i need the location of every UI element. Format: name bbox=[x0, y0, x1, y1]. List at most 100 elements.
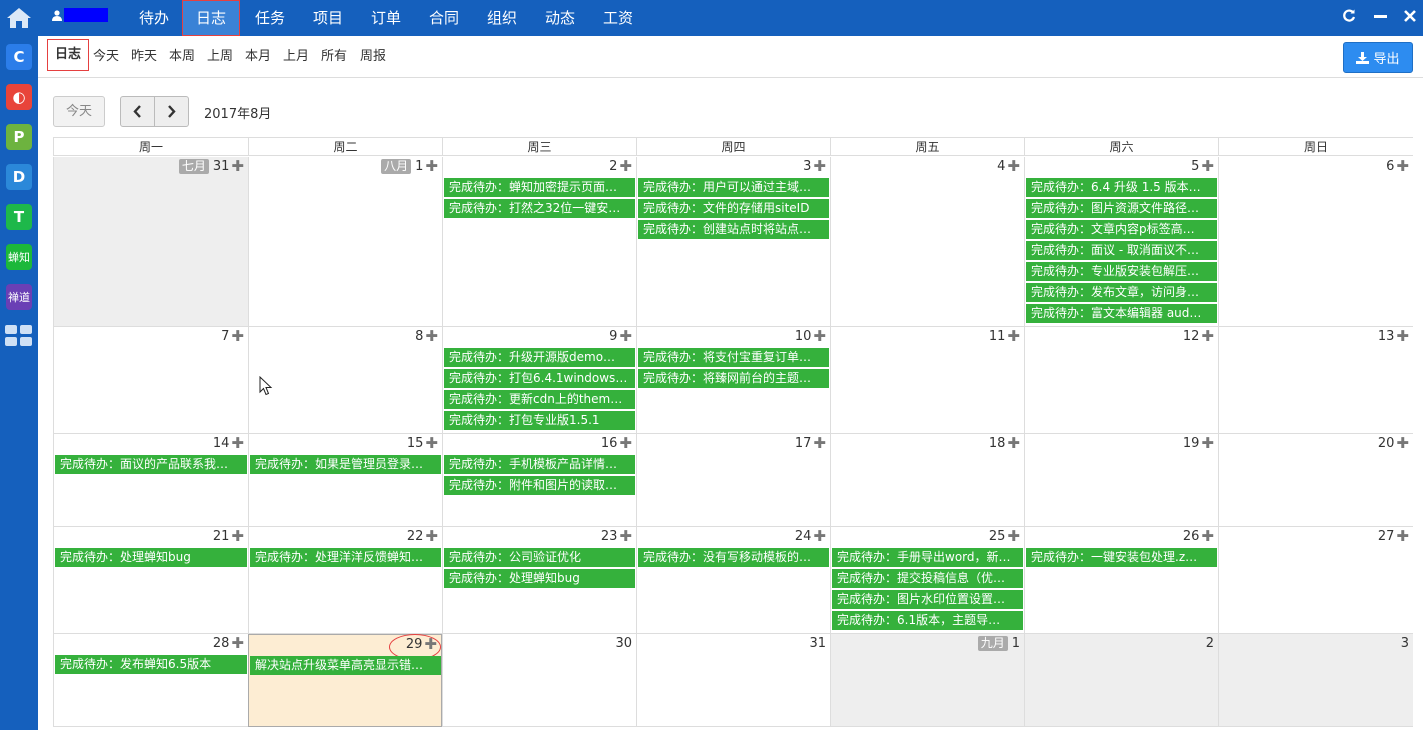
minimize-icon[interactable] bbox=[1374, 0, 1387, 36]
calendar-event[interactable]: 完成待办：一键安装包处理.z… bbox=[1026, 548, 1217, 567]
add-event-plus-icon[interactable]: ✚ bbox=[231, 329, 244, 344]
next-month-button[interactable] bbox=[154, 96, 189, 127]
subnav-item-3[interactable]: 本周 bbox=[169, 45, 195, 69]
calendar-event[interactable]: 完成待办：如果是管理员登录… bbox=[250, 455, 441, 474]
nav-item-1[interactable]: 日志 bbox=[182, 0, 240, 36]
sidebar-app-3[interactable]: D bbox=[6, 164, 32, 190]
day-cell[interactable]: 2 bbox=[1024, 634, 1218, 727]
add-event-plus-icon[interactable]: ✚ bbox=[619, 329, 632, 344]
day-cell[interactable]: 九月 1 bbox=[830, 634, 1024, 727]
sidebar-app-1[interactable]: ◐ bbox=[6, 84, 32, 110]
prev-month-button[interactable] bbox=[120, 96, 155, 127]
day-cell[interactable]: 七月 31 ✚ bbox=[53, 157, 248, 327]
day-cell[interactable]: 15 ✚ 完成待办：如果是管理员登录… bbox=[248, 434, 442, 527]
calendar-event[interactable]: 完成待办：提交投稿信息（优… bbox=[832, 569, 1023, 588]
day-cell[interactable]: 5 ✚ 完成待办：6.4 升级 1.5 版本… 完成待办：图片资源文件路径… 完成待办：… bbox=[1024, 157, 1218, 327]
subnav-item-6[interactable]: 上月 bbox=[283, 45, 309, 69]
sidebar-app-2[interactable]: P bbox=[6, 124, 32, 150]
calendar-event[interactable]: 完成待办：文章内容p标签高… bbox=[1026, 220, 1217, 239]
calendar-event[interactable]: 完成待办：图片水印位置设置… bbox=[832, 590, 1023, 609]
add-event-plus-icon[interactable]: ✚ bbox=[619, 529, 632, 544]
add-event-plus-icon[interactable]: ✚ bbox=[813, 329, 826, 344]
calendar-event[interactable]: 完成待办：处理蝉知bug bbox=[55, 548, 247, 567]
add-event-plus-icon[interactable]: ✚ bbox=[1201, 329, 1214, 344]
calendar-event[interactable]: 完成待办：图片资源文件路径… bbox=[1026, 199, 1217, 218]
calendar-event[interactable]: 完成待办：更新cdn上的them… bbox=[444, 390, 635, 409]
day-cell[interactable]: 2 ✚ 完成待办：蝉知加密提示页面… 完成待办：打然之32位一键安… bbox=[442, 157, 636, 327]
add-event-plus-icon[interactable]: ✚ bbox=[619, 159, 632, 174]
add-event-plus-icon[interactable]: ✚ bbox=[1007, 159, 1020, 174]
add-event-plus-icon[interactable]: ✚ bbox=[231, 636, 244, 651]
sidebar-app-0[interactable]: C bbox=[6, 44, 32, 70]
close-icon[interactable] bbox=[1404, 0, 1416, 36]
today-button[interactable]: 今天 bbox=[53, 96, 105, 127]
calendar-event[interactable]: 完成待办：处理蝉知bug bbox=[444, 569, 635, 588]
day-cell[interactable]: 八月 1 ✚ bbox=[248, 157, 442, 327]
calendar-event[interactable]: 完成待办：用户可以通过主域… bbox=[638, 178, 829, 197]
add-event-plus-icon[interactable]: ✚ bbox=[1396, 329, 1409, 344]
calendar-event[interactable]: 完成待办：打包专业版1.5.1 bbox=[444, 411, 635, 430]
calendar-event[interactable]: 完成待办：将支付宝重复订单… bbox=[638, 348, 829, 367]
sidebar-app-5[interactable]: 蝉知 bbox=[6, 244, 32, 270]
calendar-event[interactable]: 完成待办：创建站点时将站点… bbox=[638, 220, 829, 239]
subnav-item-7[interactable]: 所有 bbox=[321, 45, 347, 69]
day-cell[interactable]: 11 ✚ bbox=[830, 327, 1024, 434]
add-event-plus-icon[interactable]: ✚ bbox=[1007, 329, 1020, 344]
calendar-event[interactable]: 完成待办：升级开源版demo… bbox=[444, 348, 635, 367]
nav-item-3[interactable]: 项目 bbox=[312, 0, 344, 36]
calendar-event[interactable]: 完成待办：将臻网前台的主题… bbox=[638, 369, 829, 388]
day-cell[interactable]: 8 ✚ bbox=[248, 327, 442, 434]
calendar-event[interactable]: 完成待办：专业版安装包解压… bbox=[1026, 262, 1217, 281]
calendar-event[interactable]: 解决站点升级菜单高亮显示错… bbox=[250, 656, 441, 675]
calendar-event[interactable]: 完成待办：打然之32位一键安… bbox=[444, 199, 635, 218]
subnav-item-8[interactable]: 周报 bbox=[360, 45, 386, 69]
day-cell[interactable]: 10 ✚ 完成待办：将支付宝重复订单… 完成待办：将臻网前台的主题… bbox=[636, 327, 830, 434]
nav-item-2[interactable]: 任务 bbox=[254, 0, 286, 36]
day-cell[interactable]: 13 ✚ bbox=[1218, 327, 1413, 434]
calendar-event[interactable]: 完成待办：6.1版本，主题导… bbox=[832, 611, 1023, 630]
subnav-item-4[interactable]: 上周 bbox=[207, 45, 233, 69]
add-event-plus-icon[interactable]: ✚ bbox=[231, 159, 244, 174]
day-cell[interactable]: 17 ✚ bbox=[636, 434, 830, 527]
day-cell[interactable]: 28 ✚ 完成待办：发布蝉知6.5版本 bbox=[53, 634, 248, 727]
add-event-plus-icon[interactable]: ✚ bbox=[231, 529, 244, 544]
add-event-plus-icon[interactable]: ✚ bbox=[1396, 436, 1409, 451]
subnav-item-5[interactable]: 本月 bbox=[245, 45, 271, 69]
day-cell[interactable]: 6 ✚ bbox=[1218, 157, 1413, 327]
calendar-event[interactable]: 完成待办：打包6.4.1windows… bbox=[444, 369, 635, 388]
day-cell[interactable]: 3 ✚ 完成待办：用户可以通过主域… 完成待办：文件的存储用siteID 完成待办：创建… bbox=[636, 157, 830, 327]
day-cell[interactable]: 22 ✚ 完成待办：处理洋洋反馈蝉知… bbox=[248, 527, 442, 634]
nav-item-5[interactable]: 合同 bbox=[428, 0, 460, 36]
add-event-plus-icon[interactable]: ✚ bbox=[813, 159, 826, 174]
day-cell[interactable]: 23 ✚ 完成待办：公司验证优化 完成待办：处理蝉知bug bbox=[442, 527, 636, 634]
refresh-icon[interactable] bbox=[1342, 0, 1356, 36]
calendar-event[interactable]: 完成待办：文件的存储用siteID bbox=[638, 199, 829, 218]
sidebar-app-4[interactable]: T bbox=[6, 204, 32, 230]
user-menu[interactable] bbox=[52, 8, 108, 22]
day-cell[interactable]: 27 ✚ bbox=[1218, 527, 1413, 634]
day-cell[interactable]: 31 bbox=[636, 634, 830, 727]
subnav-item-1[interactable]: 今天 bbox=[93, 45, 119, 69]
day-cell[interactable]: 7 ✚ bbox=[53, 327, 248, 434]
add-event-plus-icon[interactable]: ✚ bbox=[813, 529, 826, 544]
calendar-event[interactable]: 完成待办：手册导出word，新… bbox=[832, 548, 1023, 567]
add-event-plus-icon[interactable]: ✚ bbox=[1201, 159, 1214, 174]
add-event-plus-icon[interactable]: ✚ bbox=[1007, 436, 1020, 451]
calendar-event[interactable]: 完成待办：面议的产品联系我… bbox=[55, 455, 247, 474]
add-event-plus-icon[interactable]: ✚ bbox=[813, 436, 826, 451]
add-event-plus-icon[interactable]: ✚ bbox=[1201, 529, 1214, 544]
day-cell[interactable]: 12 ✚ bbox=[1024, 327, 1218, 434]
day-cell[interactable]: 4 ✚ bbox=[830, 157, 1024, 327]
calendar-event[interactable]: 完成待办：6.4 升级 1.5 版本… bbox=[1026, 178, 1217, 197]
add-event-plus-icon[interactable]: ✚ bbox=[1396, 529, 1409, 544]
day-cell[interactable]: 29 ✚ 解决站点升级菜单高亮显示错… bbox=[248, 634, 442, 727]
add-event-plus-icon[interactable]: ✚ bbox=[425, 159, 438, 174]
nav-item-7[interactable]: 动态 bbox=[544, 0, 576, 36]
subnav-item-2[interactable]: 昨天 bbox=[131, 45, 157, 69]
home-icon[interactable] bbox=[0, 0, 38, 36]
add-event-plus-icon[interactable]: ✚ bbox=[425, 529, 438, 544]
add-event-plus-icon[interactable]: ✚ bbox=[425, 329, 438, 344]
subnav-item-0[interactable]: 日志 bbox=[47, 39, 90, 71]
add-event-plus-icon[interactable]: ✚ bbox=[425, 436, 438, 451]
add-event-plus-icon[interactable]: ✚ bbox=[1007, 529, 1020, 544]
